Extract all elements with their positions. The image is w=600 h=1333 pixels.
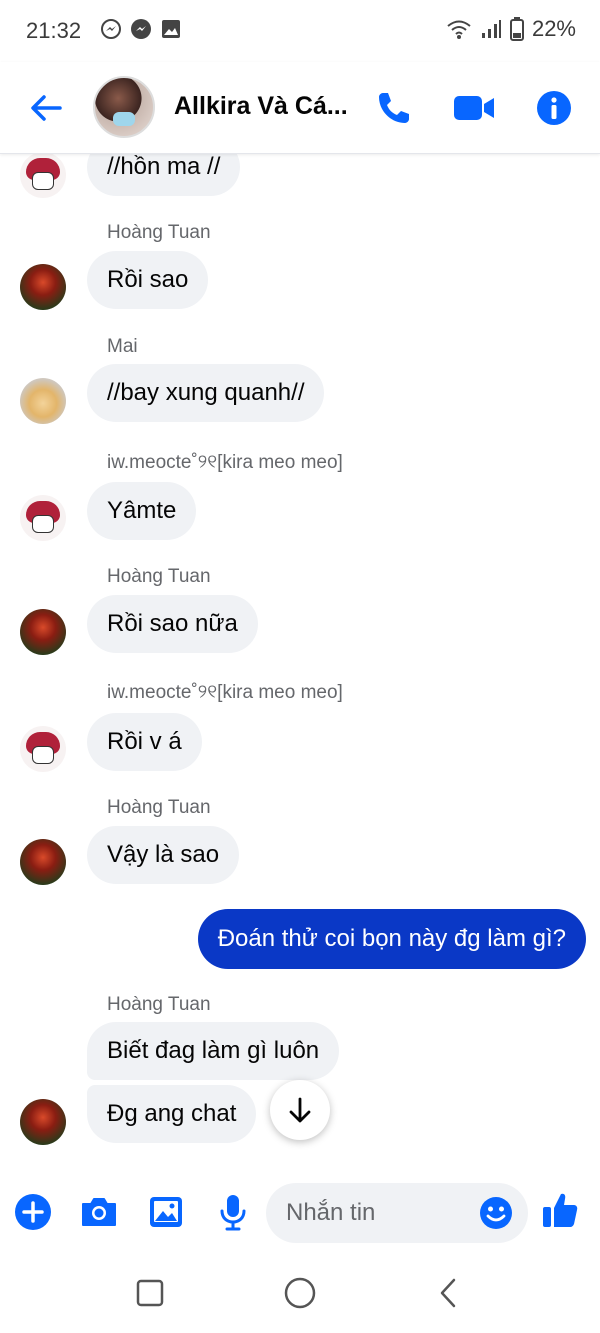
status-time: 21:32 [26,18,82,43]
message-bubble[interactable]: Vậy là sao [87,826,240,884]
status-bar: 21:32 22% [0,0,600,62]
message-bubble[interactable]: Rồi v á [87,713,202,771]
scroll-to-bottom-button[interactable] [270,1080,330,1140]
sender-avatar[interactable] [20,264,66,310]
plus-icon[interactable] [13,1192,53,1232]
sender-name: Hoàng Tuan [107,566,211,587]
back-arrow-icon[interactable] [28,90,64,126]
chat-title[interactable]: Allkira Và Cá... [174,92,348,121]
wifi-icon [447,20,471,39]
message-list[interactable]: //hồn ma // Hoàng Tuan Rồi sao Mai //bay… [0,154,600,1167]
thumbs-up-icon[interactable] [540,1189,580,1231]
signal-icon [481,20,501,38]
gallery-icon [162,20,180,38]
camera-icon[interactable] [79,1192,119,1232]
sender-avatar[interactable] [20,1099,66,1145]
recent-apps-icon[interactable] [132,1275,168,1311]
gallery-icon[interactable] [146,1192,186,1232]
sender-avatar[interactable] [20,839,66,885]
sender-avatar[interactable] [20,609,66,655]
sender-name: Hoàng Tuan [107,222,211,243]
system-nav-bar [0,1257,600,1333]
system-icons: 22% [446,16,576,42]
message-bubble[interactable]: Đg ang chat [87,1085,257,1143]
phone-call-icon[interactable] [374,88,414,128]
sender-name: Hoàng Tuan [107,797,211,818]
message-bubble[interactable]: Rồi sao [87,251,209,309]
home-icon[interactable] [282,1275,318,1311]
message-bubble[interactable]: //bay xung quanh// [87,364,325,422]
messenger-icon [101,19,121,39]
sender-name: iw.meocte˚୨୧[kira meo meo] [107,452,343,473]
battery-percent: 22% [531,16,576,41]
arrow-down-icon [289,1097,311,1123]
back-icon[interactable] [432,1275,468,1311]
message-bubble[interactable]: Rồi sao nữa [87,595,258,653]
sender-name: iw.meocte˚୨୧[kira meo meo] [107,682,343,703]
sender-name: Mai [107,336,138,357]
message-bubble[interactable]: Yâmte [87,482,197,540]
group-avatar[interactable] [93,76,155,138]
chat-header: Allkira Và Cá... [0,62,600,154]
battery-icon [509,17,524,41]
sender-avatar[interactable] [20,726,66,772]
sender-name: Hoàng Tuan [107,994,211,1015]
message-composer [0,1167,600,1257]
emoji-icon[interactable] [478,1195,514,1231]
notification-icons [100,18,182,40]
sender-avatar[interactable] [20,378,66,424]
message-bubble[interactable]: //hồn ma // [87,154,241,196]
microphone-icon[interactable] [213,1192,253,1232]
video-call-icon[interactable] [452,88,496,128]
sender-avatar[interactable] [20,154,66,198]
sender-avatar[interactable] [20,495,66,541]
outgoing-message-bubble[interactable]: Đoán thử coi bọn này đg làm gì? [197,909,586,969]
message-bubble[interactable]: Biết đag làm gì luôn [87,1022,340,1080]
messenger-icon [131,19,151,39]
info-icon[interactable] [534,88,574,128]
